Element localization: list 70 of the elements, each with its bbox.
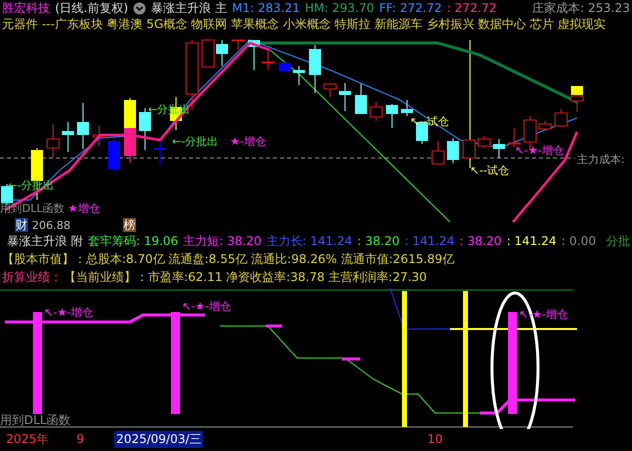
indicator-value: 套牢筹码: 19.06 (88, 232, 178, 250)
candlestick (355, 84, 367, 114)
candlestick (77, 102, 89, 150)
cost-value: 庄家成本: 253.23 (532, 0, 630, 16)
chart-label: 206.88 (32, 219, 70, 232)
candlestick (293, 66, 305, 86)
candlestick (324, 82, 336, 98)
indicator-value: : 38.20 (357, 234, 400, 248)
candlestick (386, 104, 398, 128)
indicator-value: : 38.20 (459, 234, 502, 248)
date-label: 2025/09/03/三 (114, 430, 204, 448)
capital-info: 【股本市值】：总股本:8.70亿 流通盘:8.55亿 流通比:98.26% 流通市值:2615.89亿 (2, 250, 454, 268)
indicator-value: 主力短: 38.20 (183, 232, 262, 250)
candlestick (202, 40, 214, 68)
candlestick (248, 40, 260, 70)
month-label: 10 (427, 432, 443, 446)
candlestick (262, 50, 274, 70)
chart-label: ←-分批出 (172, 135, 218, 148)
indicator-value: FF: 272.72 (379, 1, 442, 15)
chart-label: ★-增仓 (230, 135, 266, 148)
candlestick (124, 98, 136, 130)
concept-list: 元器件 ---广东板块 粤港澳 5G概念 物联网 苹果概念 小米概念 特斯拉 新能源车 乡村振兴 数据中心 芯片 虚拟现实 (2, 16, 606, 32)
earnings-label: 折算业绩： (2, 268, 62, 286)
split-label: 分批 (606, 232, 630, 250)
candlestick (31, 148, 43, 200)
chart-label: 主力成本: (577, 153, 625, 166)
indicator-value: : 141.24 (506, 234, 556, 248)
indicator-value: : 141.24 (404, 234, 454, 248)
month-label: 9 (76, 432, 84, 446)
candlestick (62, 122, 74, 152)
indicator-value: M1: 283.21 (232, 1, 300, 15)
chart-label: ↖-★-增仓 (44, 306, 94, 319)
chart-label: ↖--试仓 (470, 164, 510, 177)
indicator-name[interactable]: 暴涨主升浪 主 (151, 0, 228, 16)
candlestick (508, 128, 520, 148)
dropdown-icon[interactable] (133, 2, 146, 14)
earnings-info: 【当前业绩】：市盈率:62.11 净资收益率:38.78 主营利润率:27.30 (64, 268, 427, 286)
candlestick (401, 100, 413, 116)
candlestick (46, 124, 60, 158)
period-label: (日线.前复权) (55, 0, 128, 16)
chart-label: ↖-★-增仓 (515, 144, 564, 157)
candlestick (279, 60, 291, 74)
indicator-value: HM: 293.70 (304, 1, 374, 15)
candlestick (108, 138, 120, 172)
candlestick (447, 138, 459, 164)
candlestick (92, 126, 106, 146)
indicator-value: : 0.00 (561, 234, 596, 248)
indicator-value: : 272.72 (446, 1, 497, 15)
chart-label: ↖-★-增仓 (182, 300, 232, 313)
badge[interactable]: 财 (15, 218, 28, 232)
indicator-value: 主力长: 141.24 (266, 232, 352, 250)
chart-note: 用到DLL函数 (0, 413, 71, 427)
year-label: 2025年 (6, 430, 49, 448)
candlestick (493, 138, 505, 158)
candlestick (370, 102, 382, 122)
candlestick (309, 44, 321, 94)
chart-label: ★增仓 (68, 202, 100, 215)
candlestick (124, 128, 136, 164)
candlestick (216, 40, 228, 66)
candlestick (462, 140, 476, 158)
stock-name: 胜宏科技 (2, 0, 50, 16)
badge[interactable]: 榜 (123, 218, 136, 232)
candlestick (339, 82, 351, 112)
candlestick (432, 140, 444, 166)
indicator-name[interactable]: 暴涨主升浪 附 (7, 232, 83, 250)
candlestick (538, 120, 552, 130)
candlestick (154, 140, 166, 166)
candlestick (478, 136, 490, 148)
candlestick (554, 108, 568, 126)
candlestick (232, 40, 244, 50)
